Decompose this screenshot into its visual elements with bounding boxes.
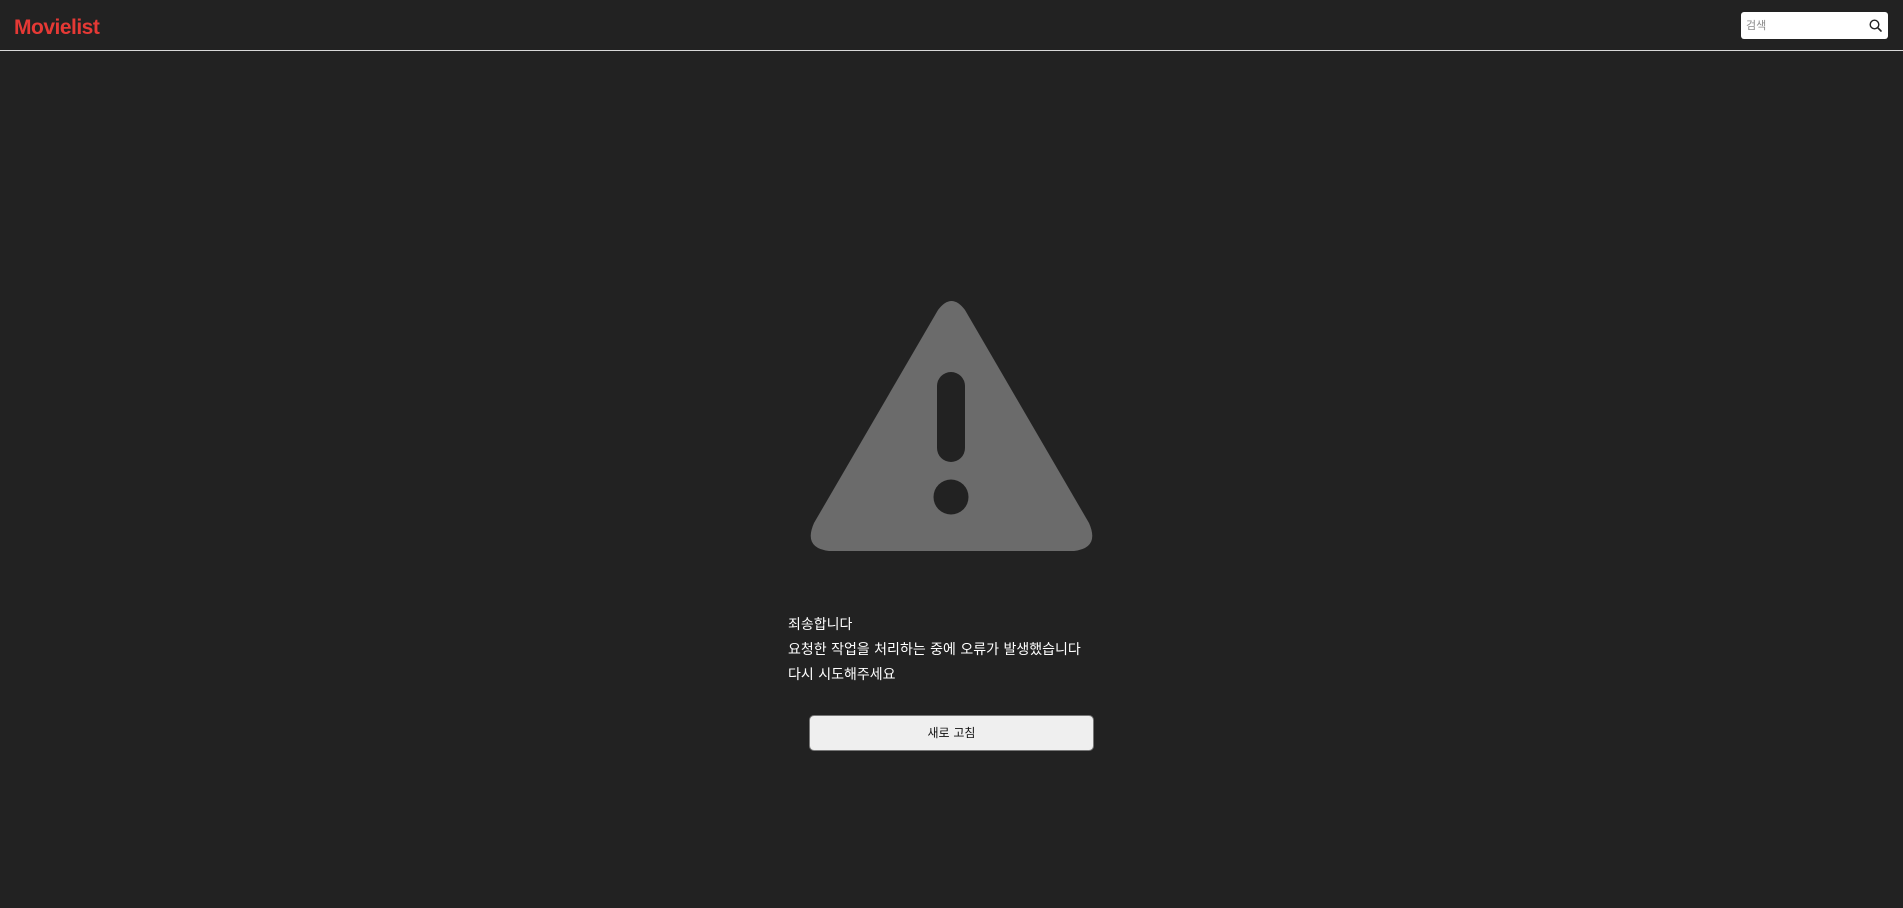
search-box [1741, 12, 1888, 39]
error-title: 죄송합니다 [788, 617, 853, 633]
refresh-button[interactable]: 새로 고침 [809, 715, 1094, 751]
error-detail: 요청한 작업을 처리하는 중에 오류가 발생했습니다 [788, 642, 1081, 658]
top-header: Movielist [0, 0, 1903, 51]
search-input[interactable] [1746, 15, 1861, 35]
warning-icon [810, 301, 1093, 551]
error-retry-hint: 다시 시도해주세요 [788, 667, 896, 683]
error-message: 죄송합니다 요청한 작업을 처리하는 중에 오류가 발생했습니다 다시 시도해주… [788, 613, 1081, 688]
logo[interactable]: Movielist [14, 15, 100, 41]
search-icon[interactable] [1868, 18, 1883, 33]
